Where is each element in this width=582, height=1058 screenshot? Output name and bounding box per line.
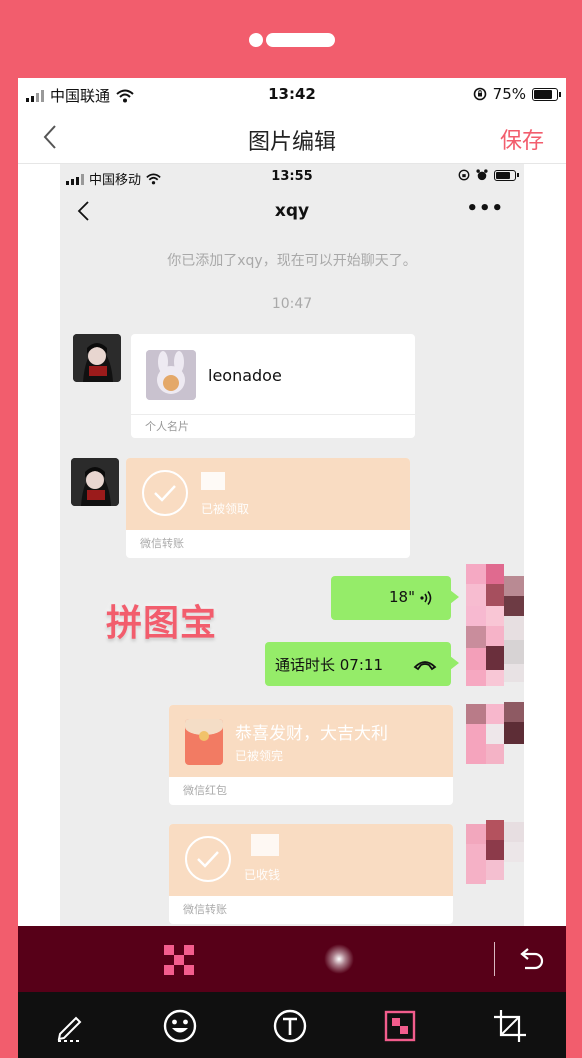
transfer-message[interactable]: 已被领取 微信转账 (126, 458, 410, 558)
image-status-time: 13:55 (271, 169, 313, 184)
status-bar: 中国联通 13:42 75% (18, 78, 566, 110)
screen: 中国联通 13:42 75% 图片编辑 保存 中国移动 13:55 xqy ••… (18, 78, 566, 1058)
transfer-status: 已被领取 (201, 502, 250, 516)
chat-timestamp: 10:47 (271, 296, 313, 312)
speaker (249, 33, 335, 47)
mosaic-icon[interactable] (382, 1008, 418, 1044)
voice-message[interactable]: 18" (331, 576, 459, 620)
undo-icon[interactable] (516, 946, 546, 974)
page-title: 图片编辑 (247, 130, 336, 155)
emoji-icon[interactable] (162, 1008, 198, 1044)
pen-icon[interactable] (52, 1008, 88, 1044)
transfer-footer: 微信转账 (183, 903, 227, 916)
contact-card-name: leonadoe (208, 366, 282, 385)
phone-frame (0, 0, 582, 80)
watermark: 拼图宝 (106, 603, 218, 644)
phone-hangup-icon (413, 661, 437, 671)
image-battery-icon (494, 169, 519, 181)
check-circle-icon (185, 836, 231, 882)
voice-duration: 18" (389, 588, 415, 606)
mosaic-options-panel (18, 926, 566, 992)
transfer-message[interactable]: 已收钱 微信转账 (169, 824, 453, 924)
brush-size-icon[interactable] (324, 944, 354, 974)
transfer-status: 已收钱 (244, 868, 281, 882)
image-rotation-lock-icon (458, 169, 470, 181)
battery-percent: 75% (492, 85, 526, 103)
call-message[interactable]: 通话时长 07:11 (265, 642, 459, 686)
text-icon[interactable] (272, 1008, 308, 1044)
chat-title: xqy (274, 201, 310, 221)
red-packet-icon (185, 719, 223, 765)
redaction-block (251, 834, 279, 856)
contact-card-avatar (146, 350, 196, 400)
mosaic-region (466, 564, 524, 884)
check-circle-icon (142, 470, 188, 516)
red-packet-status: 已被领完 (235, 749, 284, 763)
alarm-icon (476, 169, 488, 181)
rotation-lock-icon (473, 87, 486, 101)
system-message: 你已添加了xqy，现在可以开始聊天了。 (167, 253, 417, 269)
chat-header: xqy ••• (60, 190, 524, 234)
voice-wave-icon (420, 591, 432, 605)
image-status-bar: 中国移动 13:55 (60, 164, 524, 190)
battery-icon (532, 87, 561, 101)
red-packet-title: 恭喜发财，大吉大利 (235, 724, 388, 744)
mosaic-pattern-icon[interactable] (164, 945, 194, 975)
redaction-block (201, 472, 225, 490)
more-icon: ••• (466, 198, 504, 219)
red-packet-footer: 微信红包 (183, 784, 227, 797)
divider (494, 942, 495, 976)
nav-bar: 图片编辑 保存 (18, 110, 566, 164)
transfer-footer: 微信转账 (140, 537, 184, 550)
contact-card-footer: 个人名片 (131, 414, 415, 438)
save-button[interactable]: 保存 (500, 123, 544, 155)
avatar (71, 458, 119, 506)
crop-icon[interactable] (492, 1008, 528, 1044)
edit-toolbar (18, 992, 566, 1058)
avatar (73, 334, 121, 382)
contact-card-message[interactable]: leonadoe 个人名片 (131, 334, 415, 438)
image-canvas[interactable]: 中国移动 13:55 xqy ••• 你已添加了xqy，现在可以开始聊天了。 1… (60, 164, 524, 926)
call-duration-text: 通话时长 07:11 (275, 656, 383, 674)
red-packet-message[interactable]: 恭喜发财，大吉大利 已被领完 微信红包 (169, 705, 453, 805)
